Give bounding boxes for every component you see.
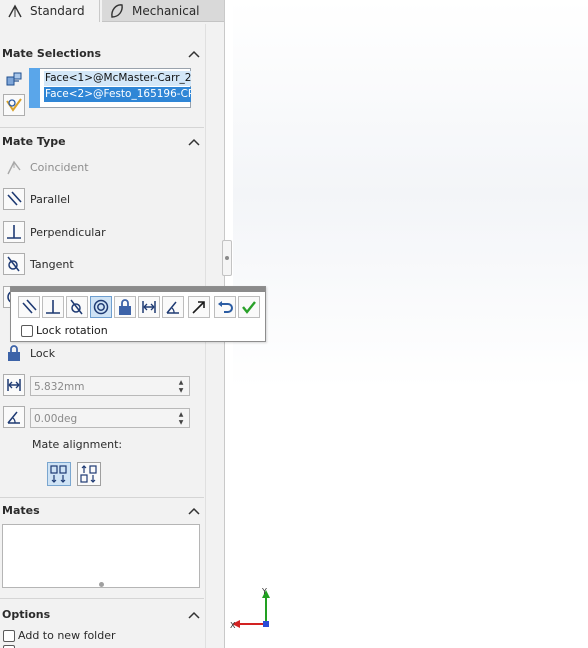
parallel-icon[interactable] <box>3 188 25 210</box>
distance-spinner[interactable]: ▲ ▼ <box>174 378 188 394</box>
distance-input[interactable] <box>31 377 176 397</box>
coincident-icon <box>3 156 25 178</box>
x-axis-label: X <box>230 621 236 630</box>
popup-concentric-button[interactable] <box>90 296 112 318</box>
solidworks-mate-window: Y X Standard Mechanical Mate Selections <box>0 0 588 648</box>
popup-flip-alignment-button[interactable] <box>188 296 210 318</box>
axis-triad: Y X <box>230 587 270 630</box>
mate-selections-title: Mate Selections <box>2 47 102 60</box>
panel-collapse-handle[interactable] <box>222 240 232 276</box>
popup-distance-button[interactable] <box>138 296 160 318</box>
popup-drag-bar[interactable] <box>11 287 265 292</box>
tab-bar: Standard Mechanical <box>0 0 224 23</box>
tangent-icon[interactable] <box>3 253 25 275</box>
graphics-area[interactable] <box>233 0 588 648</box>
spin-up-icon[interactable]: ▲ <box>174 410 188 418</box>
distance-icon <box>142 301 156 313</box>
spin-up-icon[interactable]: ▲ <box>174 378 188 386</box>
tab-mechanical-label: Mechanical <box>132 3 200 18</box>
spin-down-icon[interactable]: ▼ <box>174 386 188 394</box>
popup-parallel-button[interactable] <box>18 296 40 318</box>
mate-selections-list[interactable]: Face<1>@McMaster-Carr_24 Face<2>@Festo_1… <box>29 68 191 108</box>
lock-icon <box>119 299 131 315</box>
angle-input[interactable] <box>31 409 176 429</box>
anti-aligned-button[interactable] <box>77 462 101 486</box>
mate-type-title: Mate Type <box>2 135 66 148</box>
mate-parallel-label[interactable]: Parallel <box>30 193 70 206</box>
lock-rotation-checkbox[interactable] <box>21 325 33 337</box>
selection-item-1[interactable]: Face<1>@McMaster-Carr_24 <box>44 71 191 86</box>
popup-undo-button[interactable] <box>214 296 236 318</box>
spin-down-icon[interactable]: ▼ <box>174 418 188 426</box>
distance-icon[interactable] <box>3 374 25 396</box>
section-divider <box>0 598 204 599</box>
distance-field[interactable]: ▲ ▼ <box>30 376 190 397</box>
mate-perpendicular-label[interactable]: Perpendicular <box>30 226 106 239</box>
popup-lock-button[interactable] <box>114 296 136 318</box>
options-title: Options <box>2 608 51 621</box>
add-to-new-folder-checkbox[interactable] <box>3 630 15 642</box>
standard-mates-icon <box>8 4 22 18</box>
collapse-options-icon[interactable] <box>188 610 200 620</box>
perpendicular-icon[interactable] <box>3 221 25 243</box>
tab-standard-label: Standard <box>30 4 85 18</box>
aligned-button[interactable] <box>47 462 71 486</box>
y-axis-label: Y <box>261 587 267 596</box>
mate-tangent-label[interactable]: Tangent <box>30 258 74 271</box>
aligned-icon <box>50 465 67 483</box>
mate-alignment-label: Mate alignment: <box>32 438 123 451</box>
lock-icon[interactable] <box>3 342 25 364</box>
collapse-mate-selections-icon[interactable] <box>188 49 200 59</box>
popup-perpendicular-button[interactable] <box>42 296 64 318</box>
angle-field[interactable]: ▲ ▼ <box>30 408 190 429</box>
parallel-icon <box>22 299 37 314</box>
popup-tangent-button[interactable] <box>66 296 88 318</box>
angle-spinner[interactable]: ▲ ▼ <box>174 410 188 426</box>
popup-angle-button[interactable] <box>162 296 184 318</box>
lock-rotation-label[interactable]: Lock rotation <box>36 324 108 337</box>
mate-popup-toolbar: Lock rotation <box>10 286 266 342</box>
mates-list[interactable] <box>2 524 200 588</box>
flip-alignment-icon <box>192 301 205 314</box>
undo-icon <box>218 301 233 313</box>
mates-title: Mates <box>2 504 40 517</box>
selection-item-2[interactable]: Face<2>@Festo_165196-CR <box>44 87 191 102</box>
add-to-new-folder-label[interactable]: Add to new folder <box>18 629 116 642</box>
mate-coincident-label: Coincident <box>30 161 89 174</box>
mechanical-mates-icon <box>111 3 123 18</box>
angle-icon <box>166 301 179 314</box>
selection-list-accent <box>29 68 40 108</box>
popup-ok-button[interactable] <box>238 296 260 318</box>
multi-mate-icon[interactable] <box>3 94 25 116</box>
tab-mechanical[interactable]: Mechanical <box>102 0 224 22</box>
selection-parts-icon <box>3 68 25 90</box>
section-divider <box>0 127 204 128</box>
tangent-icon <box>70 299 83 315</box>
tab-standard[interactable]: Standard <box>0 0 100 22</box>
section-divider <box>0 497 204 498</box>
anti-aligned-icon <box>80 465 97 483</box>
angle-icon[interactable] <box>3 406 25 428</box>
resize-grip[interactable] <box>99 582 104 587</box>
collapse-mate-type-icon[interactable] <box>188 137 200 147</box>
perpendicular-icon <box>46 300 60 314</box>
checkmark-icon <box>242 301 256 314</box>
concentric-icon <box>93 299 109 315</box>
collapse-mates-icon[interactable] <box>188 506 200 516</box>
mate-lock-label[interactable]: Lock <box>30 347 55 360</box>
